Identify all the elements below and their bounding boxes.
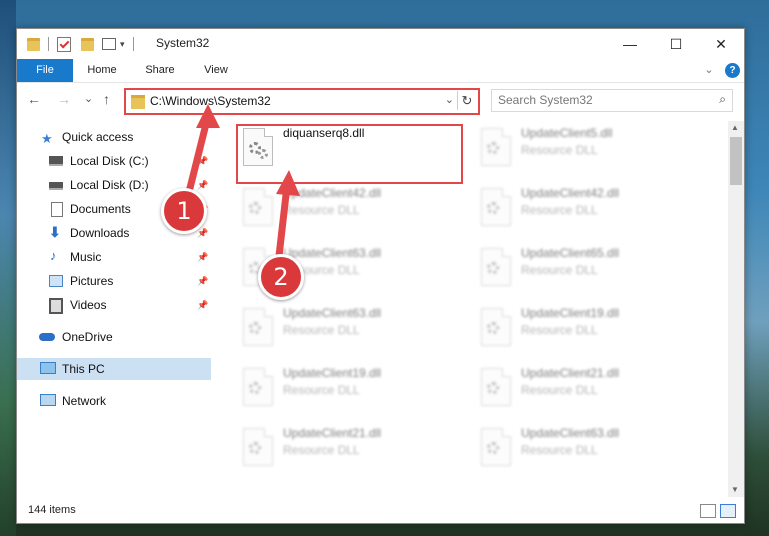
arrow-head-2-icon: [276, 170, 300, 196]
arrow-head-1-icon: [196, 104, 220, 128]
annotation-arrow-2: [275, 182, 291, 260]
step-1-badge: 1: [161, 188, 207, 234]
step-2-badge: 2: [258, 254, 304, 300]
annotation-arrows: [184, 104, 300, 260]
annotation-arrow-1: [184, 116, 211, 200]
